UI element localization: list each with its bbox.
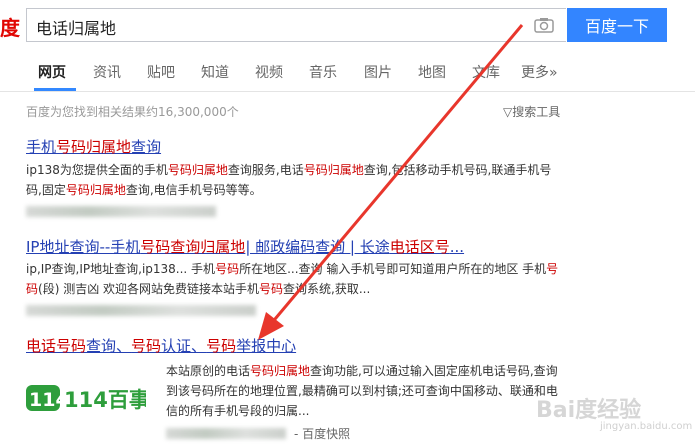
114-baishitong-logo[interactable]: 114 114百事通 [26,383,146,413]
result-1-title[interactable]: 手机号码归属地查询 [26,136,161,157]
tab-zhidao[interactable]: 知道 [201,62,229,82]
tab-wenku[interactable]: 文库 [472,62,500,82]
tab-video[interactable]: 视频 [255,62,283,82]
result-2-title[interactable]: IP地址查询--手机号码查询归属地| 邮政编码查询 | 长途电话区号... [26,236,464,257]
result-3-cache-link[interactable]: - 百度快照 [294,425,350,442]
logo-text: 114百事通 [64,388,146,412]
tab-images[interactable]: 图片 [364,62,392,82]
result-2-url-blurred [26,305,256,316]
result-3-title[interactable]: 电话号码查询、号码认证、号码举报中心 [26,335,296,356]
camera-icon[interactable] [534,17,554,33]
result-1-snippet: ip138为您提供全面的手机号码归属地查询服务,电话号码归属地查询,包括移动手机… [26,163,552,197]
active-tab-indicator [34,88,76,91]
result-1-url-blurred [26,206,216,217]
filter-icon: ▽ [503,105,513,119]
result-2-snippet: ip,IP查询,IP地址查询,ip138... 手机号码所在地区...查询 输入… [26,262,559,296]
tab-music[interactable]: 音乐 [309,62,337,82]
search-button[interactable]: 百度一下 [567,8,667,42]
result-count: 百度为您找到相关结果约16,300,000个 [26,105,239,119]
tab-news[interactable]: 资讯 [93,62,121,82]
baidu-logo-fragment[interactable]: 度 [0,12,20,41]
tab-map[interactable]: 地图 [418,62,446,82]
tab-web[interactable]: 网页 [38,62,66,82]
tab-tieba[interactable]: 贴吧 [147,62,175,82]
search-tools-button[interactable]: ▽搜索工具 [503,103,560,120]
search-query-text[interactable]: 电话归属地 [36,15,116,39]
tabs-bar: 网页 资讯 贴吧 知道 视频 音乐 图片 地图 文库 更多» [0,53,695,92]
search-input[interactable]: 电话归属地 [26,8,566,42]
tab-more[interactable]: 更多» [521,62,558,82]
svg-text:114: 114 [29,389,69,411]
result-3-url-blurred [166,428,286,439]
search-tools-label: 搜索工具 [512,105,561,119]
watermark-url: jingyan.baidu.com [600,421,693,432]
baidu-jingyan-watermark: Bai度经验 [536,398,642,423]
result-3-snippet: 本站原创的电话号码归属地查询功能,可以通过输入固定座机电话号码,查询到该号码所在… [166,364,558,418]
